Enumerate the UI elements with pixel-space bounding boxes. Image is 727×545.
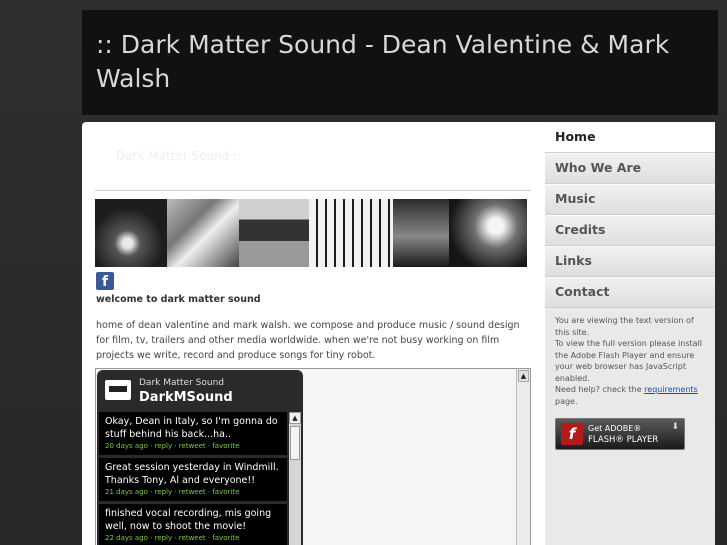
tweet-actions[interactable]: 21 days ago · reply · retweet · favorite [105,488,281,496]
tweet-actions[interactable]: 20 days ago · reply · retweet · favorite [105,442,281,450]
download-arrow-icon: ⬇ [671,422,679,432]
twitter-display-name: Dark Matter Sound [139,378,224,388]
intro-paragraph: home of dean valentine and mark walsh. w… [96,320,520,361]
tweet-text: finished vocal recording, mis going well… [105,508,272,532]
page-caption: Dark Matter Sound :: [116,149,242,163]
nav-item-home[interactable]: Home [545,122,715,153]
tweet-item: Great session yesterday in Windmill. Tha… [99,458,287,501]
flash-notice: You are viewing the text version of this… [555,315,705,407]
profile-logo-icon[interactable] [105,380,131,400]
nav-item-credits[interactable]: Credits [545,215,715,246]
site-header: :: Dark Matter Sound - Dean Valentine & … [82,10,718,115]
flash-notice-end: page. [555,396,578,406]
flash-notice-text: You are viewing the text version of this… [555,316,703,394]
nav-item-music[interactable]: Music [545,184,715,215]
scrollbar-thumb[interactable] [290,426,300,460]
nav-item-contact[interactable]: Contact [545,277,715,308]
flash-button-line1: Get ADOBE® [588,424,642,433]
nav-item-who-we-are[interactable]: Who We Are [545,153,715,184]
facebook-icon[interactable]: f [96,272,114,290]
tweet-item: Okay, Dean in Italy, so I'm gonna do stu… [99,412,287,455]
flash-button-line2: FLASH® PLAYER [588,435,659,445]
frame-scrollbar[interactable]: ▲ [516,369,530,545]
tweet-scrollbar[interactable]: ▲ [289,412,301,545]
sidebar-nav: Home Who We Are Music Credits Links Cont… [545,122,715,545]
twitter-handle[interactable]: DarkMSound [139,390,233,405]
twitter-widget-header: Dark Matter Sound DarkMSound [97,370,303,410]
tweet-actions[interactable]: 22 days ago · reply · retweet · favorite [105,534,281,542]
nav-item-links[interactable]: Links [545,246,715,277]
scroll-up-icon[interactable]: ▲ [518,370,529,382]
scroll-up-icon[interactable]: ▲ [289,412,301,424]
adobe-flash-icon: f [561,423,583,445]
tweet-text: Great session yesterday in Windmill. Tha… [105,462,279,486]
divider [95,190,531,191]
tweet-list: Okay, Dean in Italy, so I'm gonna do stu… [99,412,287,545]
requirements-link[interactable]: requirements [644,385,698,394]
welcome-heading: welcome to dark matter sound [96,294,261,305]
tweet-item: finished vocal recording, mis going well… [99,504,287,545]
site-title: :: Dark Matter Sound - Dean Valentine & … [96,30,670,93]
main-content: Dark Matter Sound :: f welcome to dark m… [82,122,545,545]
studio-banner-image [95,199,527,267]
twitter-widget-frame: Dark Matter Sound DarkMSound Okay, Dean … [95,368,531,545]
tweet-text: Okay, Dean in Italy, so I'm gonna do stu… [105,416,278,440]
twitter-widget: Dark Matter Sound DarkMSound Okay, Dean … [97,370,303,545]
get-flash-player-button[interactable]: f Get ADOBE® FLASH® PLAYER ⬇ [555,418,685,450]
